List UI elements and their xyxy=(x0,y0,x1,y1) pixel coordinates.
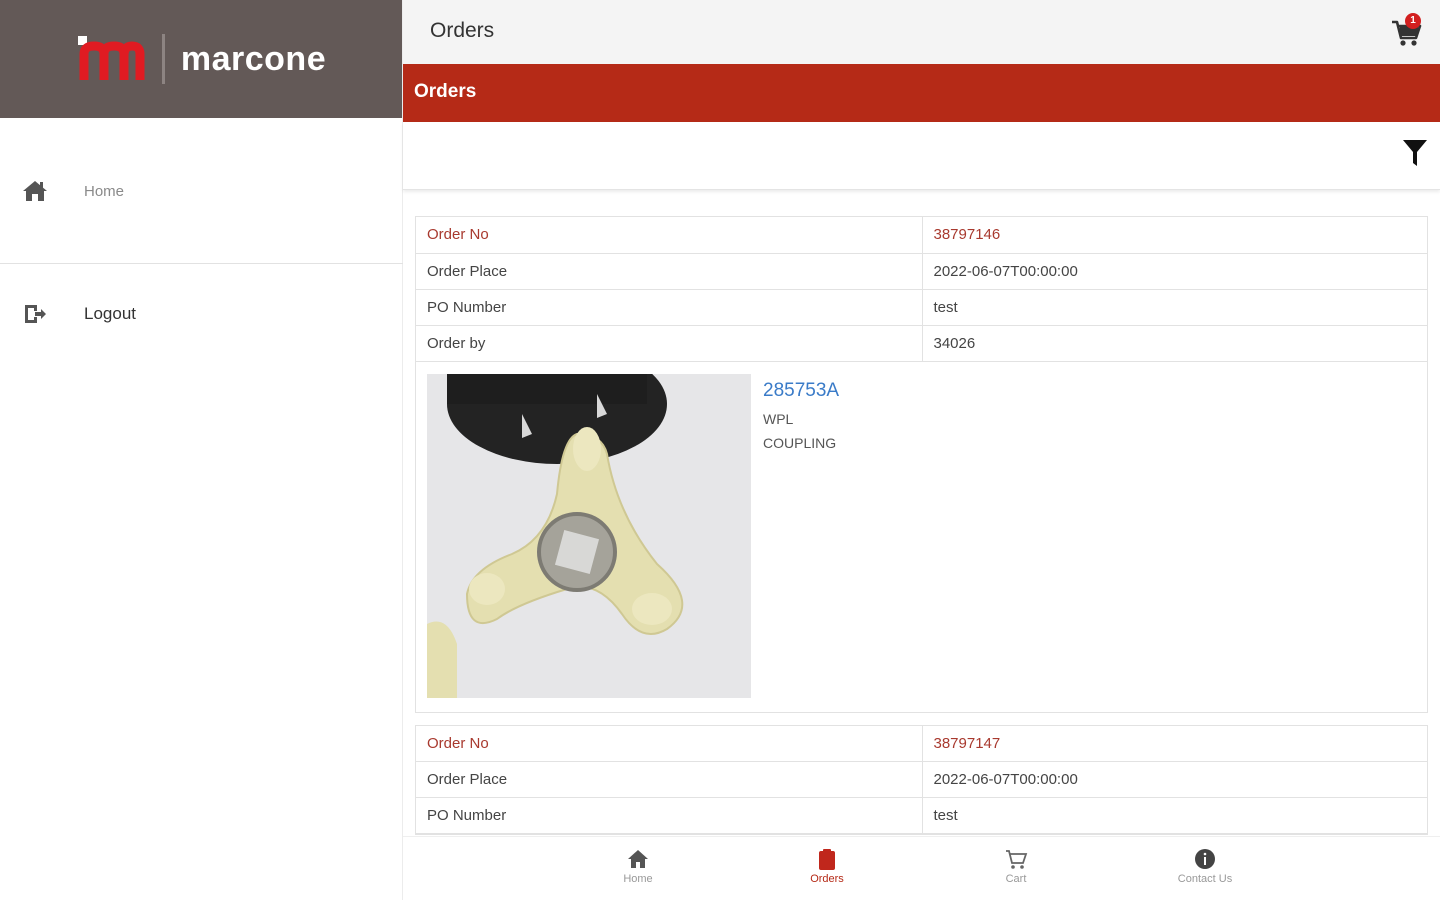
home-icon xyxy=(628,850,648,868)
po-number-label: PO Number xyxy=(416,797,923,834)
header-cart-button[interactable]: 1 xyxy=(1390,13,1422,48)
order-place-label: Order Place xyxy=(416,761,923,798)
page-title: Orders xyxy=(430,19,495,42)
marcone-logo-icon xyxy=(76,32,146,86)
brand-divider xyxy=(161,34,165,84)
orders-list: Order No 38797146 Order Place 2022-06-07… xyxy=(415,216,1428,836)
order-place-value: 2022-06-07T00:00:00 xyxy=(922,253,1427,290)
info-icon xyxy=(1195,849,1215,869)
filter-bar xyxy=(403,122,1440,190)
sidebar-item-home[interactable]: Home xyxy=(0,170,403,212)
part-number-link[interactable]: 285753A xyxy=(763,380,839,402)
sidebar-item-label: Logout xyxy=(84,304,136,323)
cart-icon xyxy=(1006,850,1028,869)
tab-label: Home xyxy=(623,873,653,885)
brand-header: marcone xyxy=(0,0,402,118)
logout-icon xyxy=(22,301,48,327)
po-number-label: PO Number xyxy=(416,289,923,326)
order-no-value: 38797147 xyxy=(922,725,1427,762)
tab-home[interactable]: Home xyxy=(593,847,683,885)
tab-contact-us[interactable]: Contact Us xyxy=(1160,847,1250,885)
table-row: Order No 38797146 xyxy=(416,217,1427,254)
app-root: marcone Home Logout Orders 1 Orders Orde… xyxy=(0,0,1440,900)
table-row: PO Number test xyxy=(416,797,1427,834)
sidebar-item-label: Home xyxy=(84,182,125,200)
clipboard-icon xyxy=(819,849,835,870)
part-description: COUPLING xyxy=(763,434,837,451)
order-no-label: Order No xyxy=(416,217,923,254)
product-image xyxy=(427,373,751,698)
order-details-table: Order No 38797146 Order Place 2022-06-07… xyxy=(416,217,1427,362)
sidebar-item-logout[interactable]: Logout xyxy=(0,294,403,334)
table-row: Order Place 2022-06-07T00:00:00 xyxy=(416,253,1427,290)
tab-cart[interactable]: Cart xyxy=(971,847,1061,885)
product-info: 285753A WPL COUPLING xyxy=(751,374,839,698)
tab-label: Contact Us xyxy=(1177,873,1233,885)
section-header: Orders xyxy=(403,64,1440,122)
order-no-value: 38797146 xyxy=(922,217,1427,254)
table-row: PO Number test xyxy=(416,289,1427,326)
order-card[interactable]: Order No 38797147 Order Place 2022-06-07… xyxy=(415,724,1428,835)
filter-button[interactable] xyxy=(1402,138,1428,168)
bottom-tab-bar: Home Orders Cart Contact Us xyxy=(403,836,1440,900)
table-row: Order Place 2022-06-07T00:00:00 xyxy=(416,761,1427,798)
order-card[interactable]: Order No 38797146 Order Place 2022-06-07… xyxy=(415,216,1428,713)
order-no-label: Order No xyxy=(416,725,923,762)
sidebar-divider xyxy=(0,263,403,264)
tab-label: Cart xyxy=(1005,873,1027,885)
table-row: Order No 38797147 xyxy=(416,725,1427,762)
order-by-label: Order by xyxy=(416,325,923,362)
po-number-value: test xyxy=(922,797,1427,834)
po-number-value: test xyxy=(922,289,1427,326)
tab-label: Orders xyxy=(810,873,844,885)
order-details-table: Order No 38797147 Order Place 2022-06-07… xyxy=(416,725,1427,834)
sidebar: marcone Home Logout xyxy=(0,0,403,900)
part-brand: WPL xyxy=(763,410,794,427)
order-by-value: 34026 xyxy=(922,325,1427,362)
product-item[interactable]: 285753A WPL COUPLING xyxy=(416,362,1427,712)
top-app-bar: Orders 1 xyxy=(403,0,1440,64)
brand-name: marcone xyxy=(180,39,327,78)
cart-count-badge: 1 xyxy=(1405,13,1421,29)
order-place-value: 2022-06-07T00:00:00 xyxy=(922,761,1427,798)
filter-icon xyxy=(1403,140,1427,166)
main-content: Orders 1 Orders Order No 38797146 Order … xyxy=(403,0,1440,900)
table-row: Order by 34026 xyxy=(416,325,1427,362)
home-icon xyxy=(22,178,48,204)
section-title: Orders xyxy=(414,81,477,102)
tab-orders[interactable]: Orders xyxy=(782,847,872,885)
order-place-label: Order Place xyxy=(416,253,923,290)
